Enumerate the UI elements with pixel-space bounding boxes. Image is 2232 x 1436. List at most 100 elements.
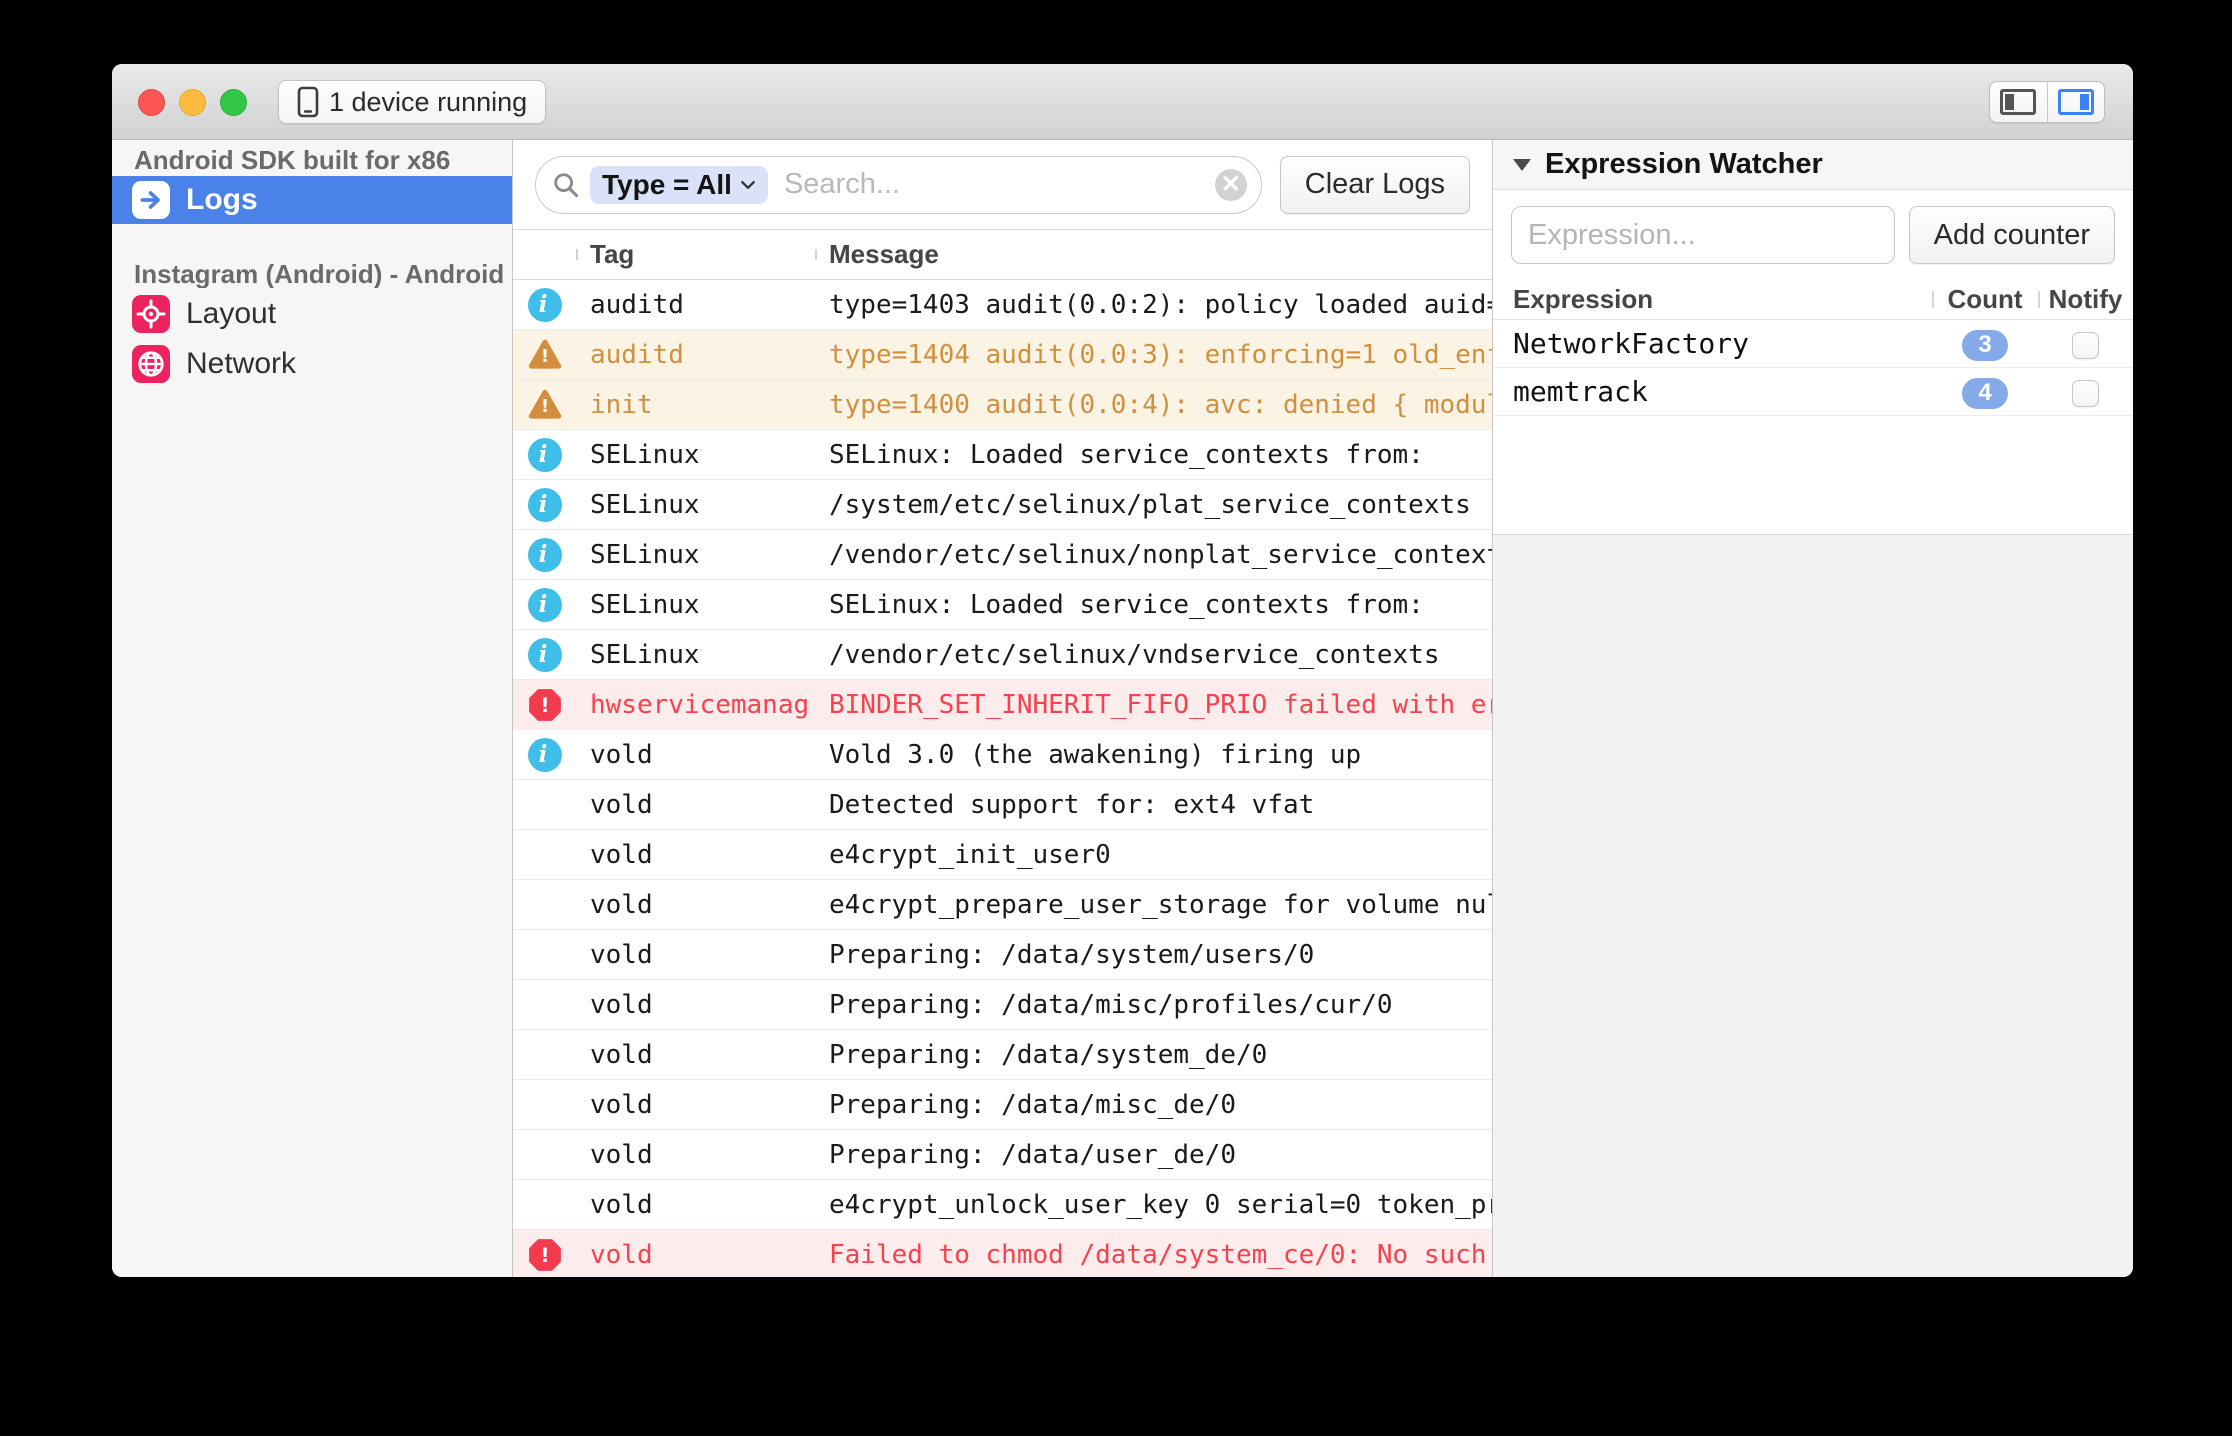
log-row[interactable]: i ! ! vold e4crypt_unlock_user_key 0 ser…: [513, 1180, 1492, 1230]
log-row[interactable]: i ! ! vold Failed to chmod /data/system_…: [513, 1230, 1492, 1277]
log-row[interactable]: i ! ! vold Vold 3.0 (the awakening) firi…: [513, 730, 1492, 780]
log-message: SELinux: Loaded service_contexts from:: [829, 589, 1424, 620]
titlebar: 1 device running: [112, 64, 2133, 140]
log-message: type=1400 audit(0.0:4): avc: denied { mo…: [829, 389, 1492, 420]
log-tag: vold: [590, 1239, 653, 1270]
log-row[interactable]: i ! ! auditd type=1404 audit(0.0:3): enf…: [513, 330, 1492, 380]
log-row[interactable]: i ! ! vold Preparing: /data/system/users…: [513, 930, 1492, 980]
log-row[interactable]: i ! ! init type=1400 audit(0.0:4): avc: …: [513, 380, 1492, 430]
log-message: Vold 3.0 (the awakening) firing up: [829, 739, 1362, 770]
log-tag: hwservicemanag: [590, 689, 810, 720]
log-row[interactable]: i ! ! vold Preparing: /data/misc_de/0: [513, 1080, 1492, 1130]
log-tag: vold: [590, 789, 653, 820]
log-row[interactable]: i ! ! SELinux /vendor/etc/selinux/vndser…: [513, 630, 1492, 680]
log-table-body: i ! ! auditd type=1403 audit(0.0:2): pol…: [513, 280, 1492, 1277]
log-message: Preparing: /data/system/users/0: [829, 939, 1315, 970]
log-row[interactable]: i ! ! vold Preparing: /data/misc/profile…: [513, 980, 1492, 1030]
watcher-table-body: NetworkFactory 3 memtrack 4: [1493, 320, 2133, 416]
expression-watcher-panel: Expression Watcher Add counter Expressio…: [1493, 140, 2133, 1277]
log-tag: vold: [590, 839, 653, 870]
info-icon: i: [527, 437, 562, 472]
log-tag: SELinux: [590, 539, 700, 570]
clear-search-icon[interactable]: ✕: [1214, 168, 1247, 201]
add-counter-button[interactable]: Add counter: [1908, 206, 2115, 264]
log-tag: vold: [590, 1039, 653, 1070]
log-tag: SELinux: [590, 489, 700, 520]
log-message: type=1404 audit(0.0:3): enforcing=1 old_…: [829, 339, 1492, 370]
warning-icon: !: [528, 389, 561, 419]
log-tag: SELinux: [590, 639, 700, 670]
count-badge: 4: [1962, 377, 2008, 409]
search-box[interactable]: Type = All ✕: [535, 155, 1262, 214]
log-row[interactable]: i ! ! hwservicemanag BINDER_SET_INHERIT_…: [513, 680, 1492, 730]
logs-toolbar: Type = All ✕ Clear Logs: [513, 140, 1492, 230]
sidebar-item-logs[interactable]: Logs: [112, 176, 512, 224]
watcher-column-count: Count: [1932, 284, 2038, 315]
log-tag: vold: [590, 1089, 653, 1120]
device-selector-label: 1 device running: [329, 86, 528, 117]
log-message: e4crypt_init_user0: [829, 839, 1111, 870]
sidebar-item-label: Logs: [186, 183, 258, 216]
log-row[interactable]: i ! ! SELinux /vendor/etc/selinux/nonpla…: [513, 530, 1492, 580]
watcher-table-header: Expression Count Notify: [1493, 280, 2133, 320]
count-badge: 3: [1962, 329, 2008, 361]
right-panel-toggle-button[interactable]: [2046, 82, 2105, 122]
log-message: e4crypt_prepare_user_storage for volume …: [829, 889, 1492, 920]
log-message: Preparing: /data/misc/profiles/cur/0: [829, 989, 1393, 1020]
sidebar-item-layout[interactable]: Layout: [112, 290, 512, 338]
log-tag: init: [590, 389, 653, 420]
log-row[interactable]: i ! ! vold e4crypt_prepare_user_storage …: [513, 880, 1492, 930]
log-column-message: Message: [815, 239, 1492, 270]
panel-toggle-group: [1989, 81, 2105, 123]
zoom-window-button[interactable]: [220, 89, 247, 116]
sidebar-item-label: Network: [186, 347, 297, 380]
log-message: type=1403 audit(0.0:2): policy loaded au…: [829, 289, 1492, 320]
watcher-expression: NetworkFactory: [1513, 327, 1750, 360]
log-tag: SELinux: [590, 439, 700, 470]
svg-text:!: !: [540, 397, 548, 417]
log-column-tag: Tag: [576, 239, 815, 270]
svg-text:!: !: [540, 694, 549, 717]
type-filter-token[interactable]: Type = All: [590, 165, 768, 204]
expression-watcher-title: Expression Watcher: [1545, 148, 1823, 180]
log-message: Detected support for: ext4 vfat: [829, 789, 1315, 820]
device-selector-button[interactable]: 1 device running: [278, 80, 547, 124]
log-message: SELinux: Loaded service_contexts from:: [829, 439, 1424, 470]
log-row[interactable]: i ! ! auditd type=1403 audit(0.0:2): pol…: [513, 280, 1492, 330]
minimize-window-button[interactable]: [179, 89, 206, 116]
log-tag: vold: [590, 989, 653, 1020]
clear-logs-button[interactable]: Clear Logs: [1279, 155, 1470, 214]
log-row[interactable]: i ! ! SELinux SELinux: Loaded service_co…: [513, 580, 1492, 630]
search-input[interactable]: [783, 168, 1215, 201]
app-window: 1 device running Android SDK built for x…: [112, 64, 2133, 1277]
notify-checkbox[interactable]: [2072, 379, 2099, 407]
log-message: Preparing: /data/misc_de/0: [829, 1089, 1236, 1120]
watcher-expression: memtrack: [1513, 375, 1648, 408]
expression-watcher-header[interactable]: Expression Watcher: [1493, 140, 2133, 190]
watcher-column-notify: Notify: [2038, 284, 2133, 315]
sidebar-item-network[interactable]: Network: [112, 340, 512, 388]
log-row[interactable]: i ! ! SELinux SELinux: Loaded service_co…: [513, 430, 1492, 480]
log-row[interactable]: i ! ! vold Preparing: /data/system_de/0: [513, 1030, 1492, 1080]
plugin-sidebar: Android SDK built for x86 Logs Instagram…: [112, 140, 513, 1277]
watcher-row[interactable]: memtrack 4: [1493, 368, 2133, 416]
watcher-row[interactable]: NetworkFactory 3: [1493, 320, 2133, 368]
left-panel-toggle-button[interactable]: [1990, 82, 2047, 122]
log-row[interactable]: i ! ! vold e4crypt_init_user0: [513, 830, 1492, 880]
error-icon: !: [528, 688, 561, 721]
device-section-header: Android SDK built for x86: [134, 146, 451, 174]
log-tag: vold: [590, 1139, 653, 1170]
warning-icon: !: [528, 339, 561, 369]
notify-checkbox[interactable]: [2072, 331, 2099, 359]
clear-logs-label: Clear Logs: [1304, 168, 1445, 200]
log-message: Failed to chmod /data/system_ce/0: No su…: [829, 1239, 1487, 1270]
log-row[interactable]: i ! ! vold Detected support for: ext4 vf…: [513, 780, 1492, 830]
log-row[interactable]: i ! ! SELinux /system/etc/selinux/plat_s…: [513, 480, 1492, 530]
close-window-button[interactable]: [138, 89, 165, 116]
log-row[interactable]: i ! ! vold Preparing: /data/user_de/0: [513, 1130, 1492, 1180]
log-message: Preparing: /data/user_de/0: [829, 1139, 1236, 1170]
sidebar-item-label: Layout: [186, 297, 277, 330]
disclosure-triangle-icon: [1513, 158, 1531, 171]
expression-input[interactable]: [1511, 206, 1895, 264]
arrow-right-icon: [132, 181, 170, 219]
